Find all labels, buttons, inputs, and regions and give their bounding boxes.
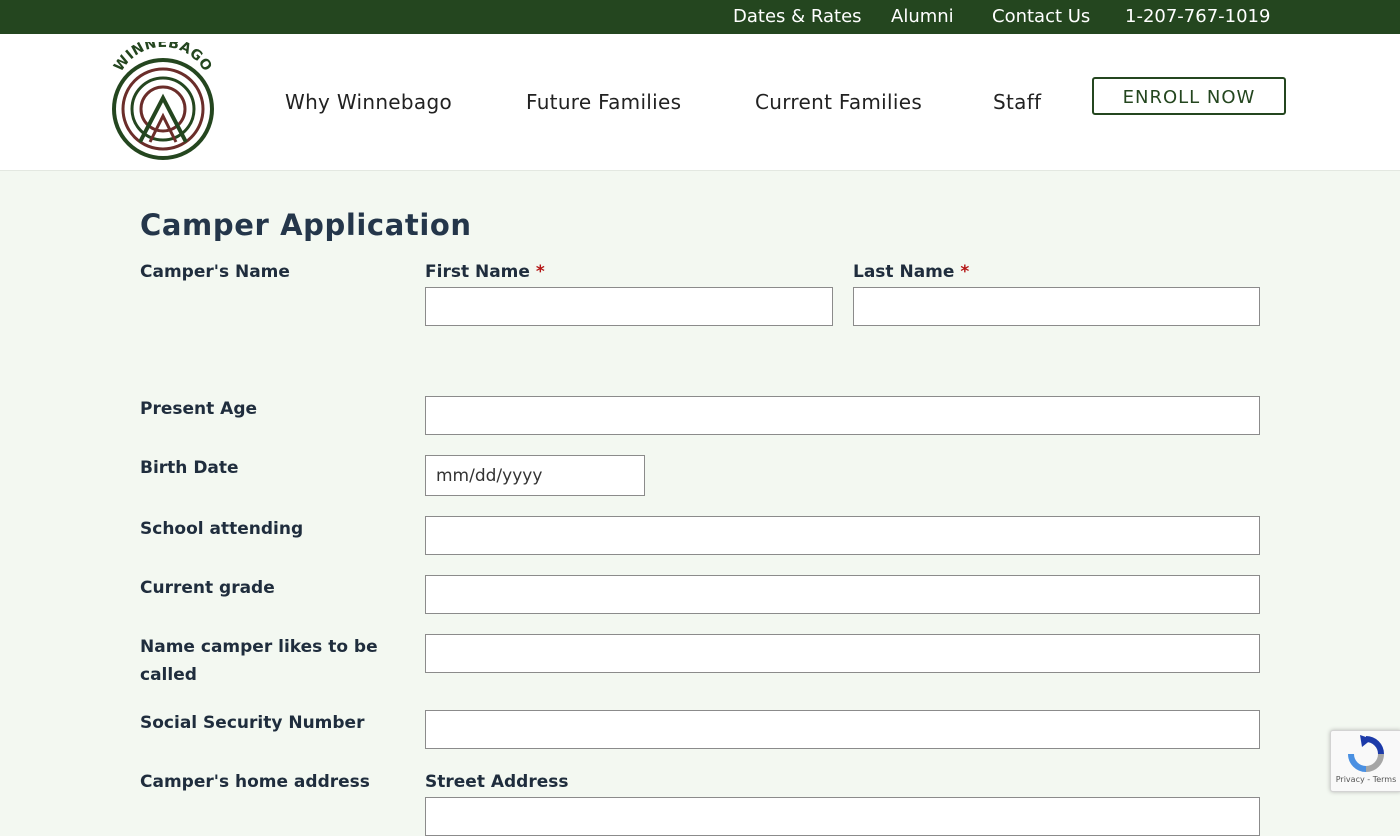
recaptcha-privacy-link[interactable]: Privacy bbox=[1336, 775, 1365, 784]
current-grade-label: Current grade bbox=[140, 578, 275, 598]
last-name-label-text: Last Name bbox=[853, 262, 955, 282]
recaptcha-icon bbox=[1348, 735, 1384, 772]
last-name-required-mark: * bbox=[960, 262, 970, 282]
winnebago-logo[interactable]: WINNEBAGO bbox=[108, 42, 218, 162]
present-age-input[interactable] bbox=[425, 396, 1260, 435]
topbar-link-alumni[interactable]: Alumni bbox=[891, 0, 954, 34]
recaptcha-badge[interactable]: Privacy - Terms bbox=[1330, 730, 1400, 792]
ssn-input[interactable] bbox=[425, 710, 1260, 749]
ssn-label: Social Security Number bbox=[140, 713, 365, 733]
nav-staff[interactable]: Staff bbox=[993, 90, 1041, 114]
current-grade-input[interactable] bbox=[425, 575, 1260, 614]
enroll-now-button[interactable]: ENROLL NOW bbox=[1092, 77, 1286, 115]
first-name-label: First Name * bbox=[425, 262, 545, 282]
street-address-input[interactable] bbox=[425, 797, 1260, 836]
nav-future-families[interactable]: Future Families bbox=[526, 90, 681, 114]
site-header: WINNEBAGO Why Winnebago Future Families … bbox=[0, 34, 1400, 171]
recaptcha-links: Privacy - Terms bbox=[1331, 775, 1400, 784]
birth-date-input[interactable] bbox=[425, 455, 645, 496]
school-attending-label: School attending bbox=[140, 519, 304, 539]
present-age-label: Present Age bbox=[140, 399, 258, 419]
top-utility-bar: Dates & Rates Alumni Contact Us 1-207-76… bbox=[0, 0, 1400, 34]
nickname-input[interactable] bbox=[425, 634, 1260, 673]
first-name-label-text: First Name bbox=[425, 262, 530, 282]
topbar-link-dates-rates[interactable]: Dates & Rates bbox=[733, 0, 862, 34]
school-attending-input[interactable] bbox=[425, 516, 1260, 555]
nickname-label: Name camper likes to be called bbox=[140, 637, 378, 685]
first-name-input[interactable] bbox=[425, 287, 833, 326]
last-name-label: Last Name * bbox=[853, 262, 969, 282]
campers-name-label: Camper's Name bbox=[140, 262, 290, 282]
topbar-link-contact-us[interactable]: Contact Us bbox=[992, 0, 1090, 34]
recaptcha-terms-link[interactable]: Terms bbox=[1373, 775, 1397, 784]
nav-why-winnebago[interactable]: Why Winnebago bbox=[285, 90, 452, 114]
birth-date-label: Birth Date bbox=[140, 458, 239, 478]
nav-current-families[interactable]: Current Families bbox=[755, 90, 922, 114]
first-name-required-mark: * bbox=[535, 262, 545, 282]
page-title: Camper Application bbox=[140, 208, 472, 242]
last-name-input[interactable] bbox=[853, 287, 1260, 326]
home-address-label: Camper's home address bbox=[140, 772, 370, 792]
topbar-link-phone[interactable]: 1-207-767-1019 bbox=[1125, 0, 1270, 34]
street-address-label: Street Address bbox=[425, 772, 569, 792]
